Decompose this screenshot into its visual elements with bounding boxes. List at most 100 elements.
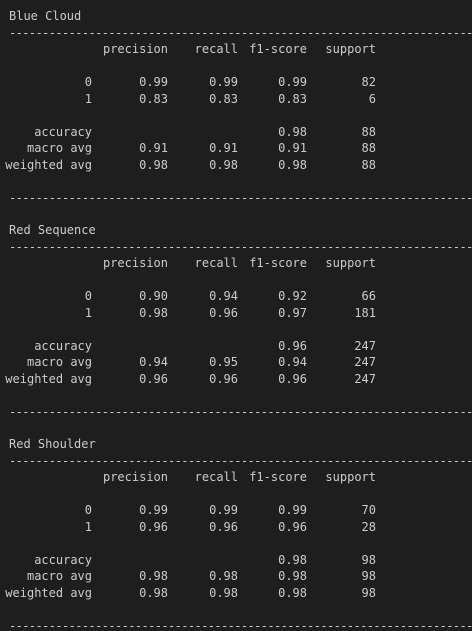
avg-label: weighted avg xyxy=(5,158,92,172)
f1-value: 0.91 xyxy=(278,141,307,155)
support-value: 247 xyxy=(354,355,376,369)
recall-value: 0.99 xyxy=(209,503,238,517)
f1-value: 0.99 xyxy=(278,503,307,517)
column-header-support: support xyxy=(325,470,376,484)
recall-value: 0.96 xyxy=(209,520,238,534)
f1-value: 0.98 xyxy=(278,158,307,172)
column-header-support: support xyxy=(325,256,376,270)
precision-value: 0.83 xyxy=(139,92,168,106)
f1-value: 0.97 xyxy=(278,306,307,320)
f1-value: 0.98 xyxy=(278,553,307,567)
class-row: 1 0.98 0.96 0.97 181 xyxy=(9,305,469,321)
support-value: 82 xyxy=(361,75,376,89)
recall-value: 0.98 xyxy=(209,569,238,583)
recall-value: 0.99 xyxy=(209,75,238,89)
f1-value: 0.92 xyxy=(278,289,307,303)
divider-line: ----------------------------------------… xyxy=(9,191,472,205)
precision-value: 0.98 xyxy=(139,306,168,320)
support-value: 247 xyxy=(354,339,376,353)
support-value: 98 xyxy=(361,586,376,600)
class-label: 1 xyxy=(84,92,92,106)
column-header-recall: recall xyxy=(194,256,238,270)
support-value: 98 xyxy=(361,569,376,583)
divider-line: ----------------------------------------… xyxy=(9,454,472,468)
section-title: Red Shoulder xyxy=(9,437,96,451)
support-value: 88 xyxy=(361,141,376,155)
recall-value: 0.94 xyxy=(209,289,238,303)
class-label: 0 xyxy=(84,289,92,303)
f1-value: 0.99 xyxy=(278,75,307,89)
column-header-support: support xyxy=(325,42,376,56)
column-header-recall: recall xyxy=(194,470,238,484)
terminal-output[interactable]: Blue Cloud ------------------------------… xyxy=(0,0,472,631)
avg-label: weighted avg xyxy=(5,372,92,386)
support-value: 28 xyxy=(361,520,376,534)
column-header-precision: precision xyxy=(102,470,168,484)
class-row: 0 0.99 0.99 0.99 82 xyxy=(9,74,469,90)
report-header-row: precision recall f1-score support xyxy=(9,255,469,271)
f1-value: 0.98 xyxy=(278,569,307,583)
precision-value: 0.94 xyxy=(139,355,168,369)
f1-value: 0.96 xyxy=(278,372,307,386)
divider-line: ----------------------------------------… xyxy=(9,619,472,631)
avg-label: macro avg xyxy=(26,569,92,583)
class-row: 0 0.99 0.99 0.99 70 xyxy=(9,502,469,518)
f1-value: 0.98 xyxy=(278,125,307,139)
recall-value: 0.91 xyxy=(209,141,238,155)
f1-value: 0.96 xyxy=(278,339,307,353)
f1-value: 0.98 xyxy=(278,586,307,600)
section-title: Red Sequence xyxy=(9,223,96,237)
precision-value: 0.98 xyxy=(139,586,168,600)
precision-value: 0.99 xyxy=(139,75,168,89)
weighted-avg-row: weighted avg 0.96 0.96 0.96 247 xyxy=(5,371,469,387)
macro-avg-row: macro avg 0.98 0.98 0.98 98 xyxy=(9,568,469,584)
precision-value: 0.99 xyxy=(139,503,168,517)
recall-value: 0.95 xyxy=(209,355,238,369)
support-value: 247 xyxy=(354,372,376,386)
macro-avg-row: macro avg 0.91 0.91 0.91 88 xyxy=(9,140,469,156)
support-value: 6 xyxy=(368,92,376,106)
avg-label: weighted avg xyxy=(5,586,92,600)
class-label: 1 xyxy=(84,520,92,534)
macro-avg-row: macro avg 0.94 0.95 0.94 247 xyxy=(9,354,469,370)
accuracy-row: accuracy 0.98 88 xyxy=(9,124,469,140)
f1-value: 0.96 xyxy=(278,520,307,534)
f1-value: 0.94 xyxy=(278,355,307,369)
column-header-precision: precision xyxy=(102,42,168,56)
accuracy-label: accuracy xyxy=(34,339,92,353)
avg-label: macro avg xyxy=(26,355,92,369)
precision-value: 0.98 xyxy=(139,569,168,583)
class-label: 1 xyxy=(84,306,92,320)
weighted-avg-row: weighted avg 0.98 0.98 0.98 98 xyxy=(5,585,469,601)
class-row: 0 0.90 0.94 0.92 66 xyxy=(9,288,469,304)
support-value: 66 xyxy=(361,289,376,303)
support-value: 70 xyxy=(361,503,376,517)
recall-value: 0.96 xyxy=(209,372,238,386)
class-label: 0 xyxy=(84,75,92,89)
report-header-row: precision recall f1-score support xyxy=(9,41,469,57)
precision-value: 0.96 xyxy=(139,520,168,534)
column-header-f1-score: f1-score xyxy=(249,42,307,56)
report-header-row: precision recall f1-score support xyxy=(9,469,469,485)
precision-value: 0.91 xyxy=(139,141,168,155)
accuracy-row: accuracy 0.98 98 xyxy=(9,552,469,568)
recall-value: 0.83 xyxy=(209,92,238,106)
f1-value: 0.83 xyxy=(278,92,307,106)
recall-value: 0.98 xyxy=(209,586,238,600)
class-row: 1 0.83 0.83 0.83 6 xyxy=(9,91,469,107)
column-header-f1-score: f1-score xyxy=(249,256,307,270)
avg-label: macro avg xyxy=(26,141,92,155)
precision-value: 0.98 xyxy=(139,158,168,172)
divider-line: ----------------------------------------… xyxy=(9,26,472,40)
divider-line: ----------------------------------------… xyxy=(9,240,472,254)
support-value: 98 xyxy=(361,553,376,567)
support-value: 181 xyxy=(354,306,376,320)
column-header-f1-score: f1-score xyxy=(249,470,307,484)
divider-line: ----------------------------------------… xyxy=(9,405,472,419)
accuracy-label: accuracy xyxy=(34,125,92,139)
precision-value: 0.90 xyxy=(139,289,168,303)
recall-value: 0.98 xyxy=(209,158,238,172)
recall-value: 0.96 xyxy=(209,306,238,320)
support-value: 88 xyxy=(361,158,376,172)
column-header-precision: precision xyxy=(102,256,168,270)
